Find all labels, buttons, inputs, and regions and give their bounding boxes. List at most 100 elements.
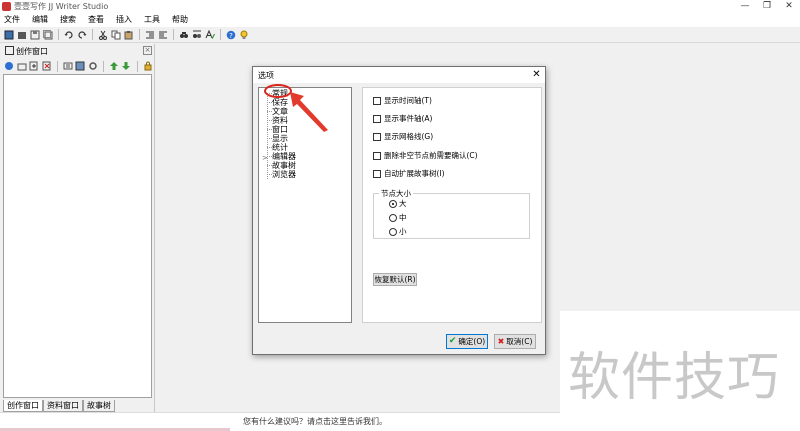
cancel-button-label: 取消(C) xyxy=(506,337,533,346)
copy-icon[interactable] xyxy=(110,29,122,41)
svg-text:?: ? xyxy=(229,31,233,39)
left-pane-header: 创作窗口 × xyxy=(2,45,153,57)
dialog-title-bar: 选项 ✕ xyxy=(253,67,545,83)
tree-item-save[interactable]: 保存 xyxy=(272,98,288,107)
checkbox-label: 删除非空节点前需要确认(C) xyxy=(384,151,478,160)
radio-button[interactable] xyxy=(389,199,397,208)
radio-node-medium[interactable]: 中 xyxy=(389,212,407,223)
cancel-button[interactable]: ✖ 取消(C) xyxy=(494,334,536,349)
radio-node-small[interactable]: 小 xyxy=(389,226,407,237)
new-icon[interactable] xyxy=(3,29,15,41)
ok-button-label: 确定(O) xyxy=(458,337,486,346)
app-title: 壹壹写作 JJ Writer Studio xyxy=(14,2,109,11)
tree-view-icon[interactable] xyxy=(75,60,85,72)
tree-item-article[interactable]: 文章 xyxy=(272,107,288,116)
title-bar: 壹壹写作 JJ Writer Studio — ❐ ✕ xyxy=(0,0,800,13)
replace-icon[interactable] xyxy=(191,29,203,41)
tree-item-browser[interactable]: 浏览器 xyxy=(272,170,296,179)
tab-creation-window[interactable]: 创作窗口 xyxy=(3,400,43,412)
help-icon[interactable]: ? xyxy=(225,29,237,41)
tree-item-story-tree[interactable]: 故事树 xyxy=(272,161,296,170)
check-icon: ✔ xyxy=(448,336,457,346)
tree-connector xyxy=(267,93,268,179)
left-pane: 创作窗口 × 创作窗口 资料窗口 故事树 xyxy=(0,44,155,412)
menu-tools[interactable]: 工具 xyxy=(140,13,168,27)
open-icon[interactable] xyxy=(16,29,28,41)
tips-icon[interactable] xyxy=(238,29,250,41)
toolbar-separator xyxy=(56,60,58,72)
properties-icon[interactable] xyxy=(63,60,73,72)
menu-edit[interactable]: 编辑 xyxy=(28,13,56,27)
radio-button[interactable] xyxy=(389,227,397,236)
undo-icon[interactable] xyxy=(63,29,75,41)
settings-icon[interactable] xyxy=(88,60,98,72)
tree-item-statistics[interactable]: 统计 xyxy=(272,143,288,152)
paste-icon[interactable] xyxy=(123,29,135,41)
ok-button[interactable]: ✔ 确定(O) xyxy=(446,334,488,349)
move-up-icon[interactable] xyxy=(109,60,119,72)
menu-insert[interactable]: 插入 xyxy=(112,13,140,27)
move-down-icon[interactable] xyxy=(121,60,131,72)
status-feedback-link[interactable]: 您有什么建议吗？请点击这里告诉我们。 xyxy=(243,416,387,427)
watermark-text: 软件技巧 xyxy=(568,348,781,408)
cut-icon[interactable] xyxy=(97,29,109,41)
toolbar-separator xyxy=(139,29,140,40)
toolbar-separator xyxy=(220,29,221,40)
app-icon xyxy=(2,2,11,11)
left-pane-tree[interactable] xyxy=(3,74,152,398)
redo-icon[interactable] xyxy=(76,29,88,41)
tree-item-material[interactable]: 资料 xyxy=(272,116,288,125)
toolbar-separator xyxy=(136,60,138,72)
menu-file[interactable]: 文件 xyxy=(0,13,28,27)
save-all-icon[interactable] xyxy=(42,29,54,41)
radio-button[interactable] xyxy=(389,213,397,222)
add-doc-icon[interactable] xyxy=(29,60,39,72)
pane-icon xyxy=(5,46,14,55)
menu-help[interactable]: 帮助 xyxy=(168,13,196,27)
radio-node-large[interactable]: 大 xyxy=(389,198,407,209)
checkbox-label: 自动扩展故事树(I) xyxy=(384,169,445,178)
find-icon[interactable] xyxy=(178,29,190,41)
tree-item-display[interactable]: 显示 xyxy=(272,134,288,143)
spellcheck-icon[interactable] xyxy=(204,29,216,41)
checkbox-label: 显示时间轴(T) xyxy=(384,96,432,105)
checkbox-box[interactable] xyxy=(373,96,381,105)
dialog-close-button[interactable]: ✕ xyxy=(530,68,543,81)
left-pane-close-button[interactable]: × xyxy=(143,46,152,55)
folder-icon[interactable] xyxy=(16,60,27,72)
menu-search[interactable]: 搜索 xyxy=(56,13,84,27)
toolbar-separator xyxy=(102,60,104,72)
tab-story-tree[interactable]: 故事树 xyxy=(83,400,115,412)
checkbox-box[interactable] xyxy=(373,114,381,123)
checkbox-box[interactable] xyxy=(373,151,381,160)
delete-doc-icon[interactable] xyxy=(41,60,51,72)
checkbox-box[interactable] xyxy=(373,169,381,178)
checkbox-show-timeline[interactable]: 显示时间轴(T) xyxy=(373,95,432,106)
minimize-button[interactable]: — xyxy=(734,0,756,13)
checkbox-show-event-axis[interactable]: 显示事件轴(A) xyxy=(373,113,432,124)
indent-icon[interactable] xyxy=(144,29,156,41)
checkbox-show-gridlines[interactable]: 显示网格线(G) xyxy=(373,131,433,142)
save-icon[interactable] xyxy=(29,29,41,41)
tree-item-editor[interactable]: 编辑器 xyxy=(272,152,296,161)
left-pane-tabs: 创作窗口 资料窗口 故事树 xyxy=(3,400,115,412)
close-window-button[interactable]: ✕ xyxy=(778,0,800,13)
maximize-button[interactable]: ❐ xyxy=(756,0,778,13)
annotation-arrow-icon xyxy=(290,92,328,132)
lock-icon[interactable] xyxy=(143,60,153,72)
tab-material-window[interactable]: 资料窗口 xyxy=(43,400,83,412)
checkbox-auto-expand[interactable]: 自动扩展故事树(I) xyxy=(373,168,445,179)
outdent-icon[interactable] xyxy=(157,29,169,41)
globe-icon[interactable] xyxy=(4,60,14,72)
menu-view[interactable]: 查看 xyxy=(84,13,112,27)
radio-label: 小 xyxy=(399,227,407,236)
dialog-title: 选项 xyxy=(258,71,274,80)
node-size-group: 节点大小 大 中 小 xyxy=(373,188,530,239)
checkbox-box[interactable] xyxy=(373,132,381,141)
radio-label: 中 xyxy=(399,213,407,222)
restore-defaults-button[interactable]: 恢复默认(R) xyxy=(373,273,417,286)
options-settings-panel: 显示时间轴(T) 显示事件轴(A) 显示网格线(G) 删除非空节点前需要确认(C… xyxy=(362,87,542,323)
tree-item-window[interactable]: 窗口 xyxy=(272,125,288,134)
checkbox-confirm-delete[interactable]: 删除非空节点前需要确认(C) xyxy=(373,150,478,161)
left-pane-title: 创作窗口 xyxy=(16,47,48,56)
